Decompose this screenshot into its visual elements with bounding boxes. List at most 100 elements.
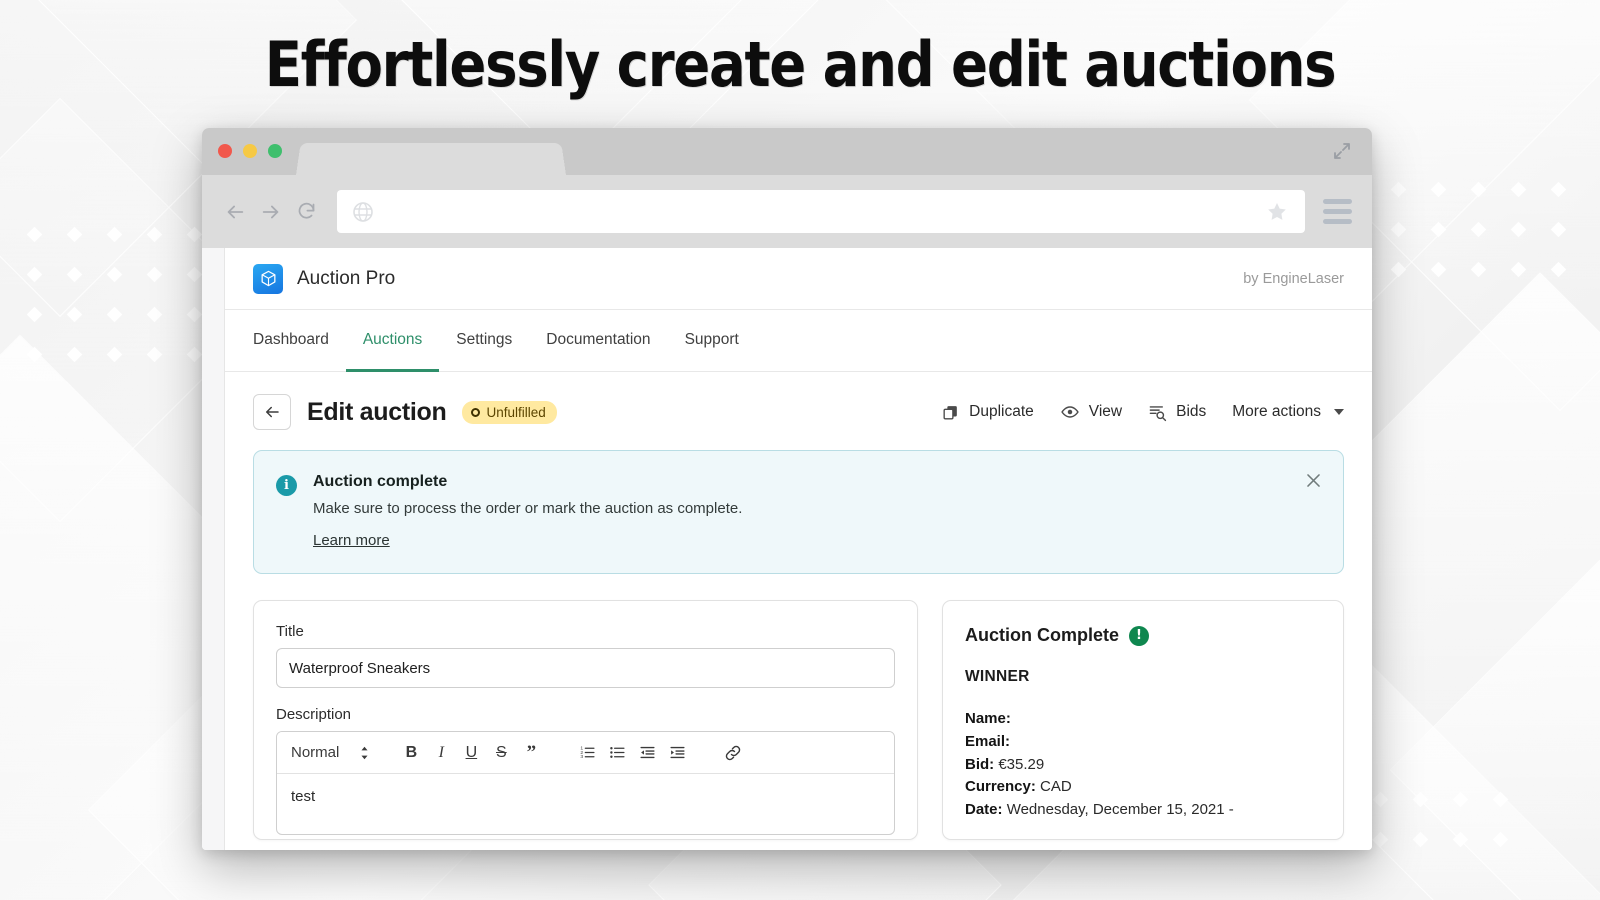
page-title: Edit auction — [307, 398, 446, 427]
indent-button[interactable] — [662, 738, 692, 768]
window-controls — [218, 144, 282, 158]
background-dot-grid — [1378, 170, 1578, 290]
duplicate-label: Duplicate — [969, 403, 1034, 421]
maximize-window-button[interactable] — [268, 144, 282, 158]
svg-text:3: 3 — [580, 754, 583, 760]
detail-key: Email: — [965, 733, 1010, 750]
bold-button[interactable]: B — [396, 738, 426, 768]
address-bar[interactable] — [337, 190, 1305, 233]
title-field-label: Title — [276, 623, 895, 640]
detail-key: Date: — [965, 801, 1003, 818]
globe-icon — [351, 200, 375, 224]
browser-window: Auction Pro by EngineLaser Dashboard Auc… — [202, 128, 1372, 850]
cube-box-icon — [253, 264, 283, 294]
detail-row: Bid: €35.29 — [965, 754, 1321, 777]
status-badge: Unfulfilled — [462, 401, 556, 424]
learn-more-link[interactable]: Learn more — [313, 532, 742, 549]
background-dot-grid — [14, 215, 214, 375]
duplicate-icon — [941, 403, 960, 422]
nav-item-settings[interactable]: Settings — [439, 310, 529, 372]
editor-toolbar: Normal B I U S — [277, 732, 894, 774]
bullet-list-button[interactable] — [602, 738, 632, 768]
description-editor-body[interactable]: test — [277, 774, 894, 834]
winner-details: Name: Email: Bid: €35.29 — [965, 708, 1321, 822]
star-icon[interactable] — [1265, 200, 1289, 224]
page-headline: Effortlessly create and edit auctions — [96, 28, 1504, 101]
bullet-list-icon — [609, 744, 626, 761]
description-editor: Normal B I U S — [276, 731, 895, 835]
banner-title: Auction complete — [313, 473, 742, 491]
browser-toolbar — [202, 175, 1372, 248]
back-arrow-icon[interactable] — [224, 201, 246, 223]
format-select[interactable]: Normal — [291, 744, 370, 761]
more-actions-label: More actions — [1232, 403, 1321, 421]
link-button[interactable] — [718, 738, 748, 768]
nav-item-documentation[interactable]: Documentation — [529, 310, 667, 372]
reload-icon[interactable] — [296, 201, 317, 222]
title-input[interactable] — [276, 648, 895, 688]
browser-tab[interactable] — [296, 143, 566, 175]
brand: Auction Pro — [253, 264, 395, 294]
format-select-value: Normal — [291, 744, 339, 761]
auction-complete-card: Auction Complete ! WINNER Name: Email: — [942, 600, 1344, 840]
arrow-left-icon — [263, 403, 281, 421]
detail-value: CAD — [1040, 778, 1072, 795]
detail-key: Bid: — [965, 756, 994, 773]
status-ring-icon — [471, 408, 480, 417]
close-icon[interactable] — [1304, 471, 1323, 490]
content-columns: Title Description Normal — [225, 574, 1372, 840]
detail-key: Currency: — [965, 778, 1036, 795]
bids-label: Bids — [1176, 403, 1206, 421]
italic-button[interactable]: I — [426, 738, 456, 768]
chevron-down-icon — [1334, 409, 1344, 415]
expand-icon[interactable] — [1332, 141, 1352, 161]
back-button[interactable] — [253, 394, 291, 430]
strikethrough-button[interactable]: S — [486, 738, 516, 768]
close-window-button[interactable] — [218, 144, 232, 158]
bids-icon — [1148, 403, 1167, 422]
brand-name: Auction Pro — [297, 268, 395, 290]
chevron-updown-icon — [359, 745, 370, 761]
info-icon: i — [276, 475, 297, 496]
view-label: View — [1089, 403, 1122, 421]
page-header: Edit auction Unfulfilled Duplicate — [225, 372, 1372, 448]
app-content: Auction Pro by EngineLaser Dashboard Auc… — [224, 248, 1372, 850]
detail-row: Email: — [965, 731, 1321, 754]
main-column: Title Description Normal — [253, 600, 918, 840]
auction-form-card: Title Description Normal — [253, 600, 918, 840]
banner-text: Make sure to process the order or mark t… — [313, 500, 742, 517]
detail-row: Name: — [965, 708, 1321, 731]
nav-item-auctions[interactable]: Auctions — [346, 310, 439, 372]
ordered-list-button[interactable]: 1 2 3 — [572, 738, 602, 768]
side-column: Auction Complete ! WINNER Name: Email: — [942, 600, 1344, 840]
bids-button[interactable]: Bids — [1148, 403, 1206, 422]
page-actions: Duplicate View — [941, 402, 1344, 422]
browser-titlebar — [202, 128, 1372, 175]
detail-value: €35.29 — [998, 756, 1044, 773]
detail-row: Currency: CAD — [965, 776, 1321, 799]
status-badge-label: Unfulfilled — [486, 405, 545, 420]
detail-row: Date: Wednesday, December 15, 2021 - — [965, 799, 1321, 822]
detail-value: Wednesday, December 15, 2021 - — [1007, 801, 1234, 818]
info-banner: i Auction complete Make sure to process … — [253, 450, 1344, 574]
vendor-credit: by EngineLaser — [1243, 271, 1344, 287]
more-actions-button[interactable]: More actions — [1232, 403, 1344, 421]
ordered-list-icon: 1 2 3 — [579, 744, 596, 761]
exclamation-icon: ! — [1129, 626, 1149, 646]
minimize-window-button[interactable] — [243, 144, 257, 158]
browser-viewport: Auction Pro by EngineLaser Dashboard Auc… — [202, 248, 1372, 850]
view-button[interactable]: View — [1060, 402, 1122, 422]
nav-item-dashboard[interactable]: Dashboard — [253, 310, 346, 372]
duplicate-button[interactable]: Duplicate — [941, 403, 1034, 422]
detail-key: Name: — [965, 710, 1011, 727]
underline-button[interactable]: U — [456, 738, 486, 768]
auction-complete-title: Auction Complete ! — [965, 625, 1321, 646]
indent-icon — [669, 744, 686, 761]
hamburger-menu-icon[interactable] — [1323, 199, 1352, 224]
app-nav: Dashboard Auctions Settings Documentatio… — [225, 310, 1372, 372]
auction-complete-label: Auction Complete — [965, 625, 1119, 646]
outdent-button[interactable] — [632, 738, 662, 768]
forward-arrow-icon[interactable] — [260, 201, 282, 223]
nav-item-support[interactable]: Support — [668, 310, 756, 372]
blockquote-button[interactable]: ” — [516, 738, 546, 768]
